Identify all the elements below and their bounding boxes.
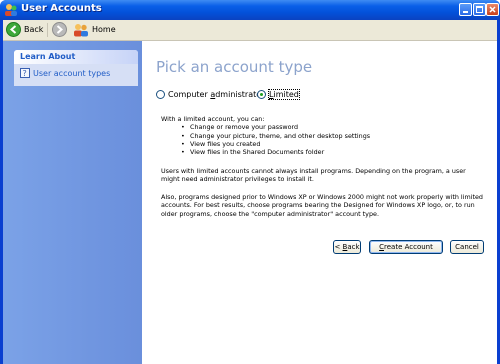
page-title: Pick an account type [156, 58, 313, 76]
minimize-icon [463, 11, 468, 13]
radio-button[interactable] [156, 90, 165, 99]
home-label: Home [92, 25, 116, 34]
forward-arrow-icon [52, 22, 67, 37]
learn-about-header: Learn About [14, 50, 138, 64]
minimize-button[interactable] [459, 3, 472, 16]
svg-text:?: ? [23, 69, 27, 78]
list-item: View files you created [181, 140, 486, 149]
forward-button[interactable] [52, 21, 67, 38]
back-arrow-icon [6, 22, 21, 37]
radio-button-selected[interactable] [257, 90, 266, 99]
list-item: View files in the Shared Documents folde… [181, 148, 486, 157]
list-item: Change your picture, theme, and other de… [181, 132, 486, 141]
back-button[interactable]: Back [6, 21, 43, 38]
maximize-icon [476, 6, 483, 13]
limited-radio[interactable]: Limited [257, 89, 300, 100]
user-account-types-link[interactable]: ? User account types [20, 68, 110, 78]
computer-administrator-radio[interactable]: Computer administrator [156, 90, 264, 99]
toolbar: Back Home [3, 20, 497, 41]
cancel-button[interactable]: Cancel [450, 240, 484, 254]
learn-about-title: Learn About [20, 52, 76, 61]
user-accounts-home-icon [74, 23, 88, 36]
limited-description: With a limited account, you can: Change … [161, 115, 486, 157]
capabilities-list: Change or remove your password Change yo… [161, 123, 486, 156]
title-bar[interactable]: User Accounts [0, 0, 500, 20]
intro-text: With a limited account, you can: [161, 115, 265, 123]
close-icon [489, 6, 496, 13]
list-item: Change or remove your password [181, 123, 486, 132]
maximize-button[interactable] [473, 3, 486, 16]
back-wizard-button[interactable]: < Back [333, 240, 361, 254]
install-note: Users with limited accounts cannot alway… [161, 167, 466, 184]
user-accounts-window: User Accounts Back Home Learn About ? Us… [0, 0, 500, 364]
help-icon: ? [20, 68, 30, 78]
computer-administrator-label: Computer administrator [168, 90, 265, 99]
window-title: User Accounts [21, 3, 102, 14]
sidebar: Learn About ? User account types [3, 41, 142, 364]
user-accounts-icon [5, 4, 17, 16]
close-button[interactable] [486, 3, 499, 16]
limited-label: Limited [268, 89, 300, 100]
user-account-types-label: User account types [33, 68, 111, 78]
home-button[interactable]: Home [73, 21, 116, 38]
compatibility-note: Also, programs designed prior to Windows… [161, 193, 483, 218]
main-panel: Pick an account type Computer administra… [142, 41, 497, 364]
back-label: Back [24, 25, 44, 34]
learn-about-panel: Learn About ? User account types [14, 50, 138, 86]
create-account-button[interactable]: Create Account [369, 240, 443, 254]
toolbar-separator [47, 23, 48, 37]
